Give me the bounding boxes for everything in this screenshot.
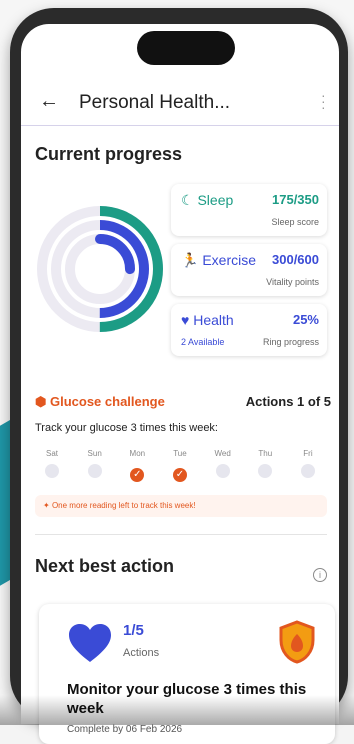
action-due-date: Complete by 06 Feb 2026 [67, 724, 182, 735]
heart-icon: ♥ [181, 312, 189, 328]
empty-dot [88, 464, 102, 478]
page-title: Personal Health... [79, 92, 230, 114]
day-item: Wed [206, 449, 240, 483]
next-best-action-title: Next best action [35, 556, 174, 577]
day-label: Sun [78, 449, 112, 458]
heart-icon [67, 622, 113, 664]
day-label: Tue [163, 449, 197, 458]
challenge-actions: Actions 1 of 5 [246, 394, 331, 409]
day-item: Thu [248, 449, 282, 483]
action-count-sub: Actions [123, 647, 159, 659]
exercise-label: Exercise [202, 252, 256, 268]
health-available: 2 Available [181, 337, 224, 347]
exercise-card[interactable]: 🏃 Exercise 300/600 Vitality points [171, 244, 327, 296]
sparkle-icon: ✦ [43, 501, 50, 510]
day-tracker: Sat Sun Mon ✓ Tue ✓ Wed Thu Fri [35, 449, 325, 483]
back-arrow-icon[interactable]: ← [39, 91, 59, 111]
top-bar: ← Personal Health... ··· [21, 76, 339, 126]
day-label: Wed [206, 449, 240, 458]
health-sub: Ring progress [263, 337, 319, 347]
day-item: Tue ✓ [163, 449, 197, 483]
empty-dot [258, 464, 272, 478]
sleep-label-row: ☾ Sleep [181, 192, 233, 209]
divider [35, 534, 327, 535]
health-value: 25% [293, 312, 319, 327]
day-label: Sat [35, 449, 69, 458]
reminder-banner: ✦ One more reading left to track this we… [35, 495, 327, 517]
sleep-sub: Sleep score [271, 217, 319, 227]
day-item: Fri [291, 449, 325, 483]
empty-dot [45, 464, 59, 478]
exercise-label-row: 🏃 Exercise [181, 252, 256, 269]
health-label: Health [193, 312, 233, 328]
action-count: 1/5 [123, 622, 144, 639]
challenge-track-text: Track your glucose 3 times this week: [35, 422, 218, 434]
check-icon: ✓ [173, 468, 187, 482]
health-label-row: ♥ Health [181, 312, 234, 328]
sleep-label: Sleep [197, 192, 233, 208]
shield-icon: ⬢ [35, 394, 46, 409]
shield-badge-icon [277, 620, 317, 664]
health-card[interactable]: ♥ Health 25% 2 Available Ring progress [171, 304, 327, 356]
day-label: Fri [291, 449, 325, 458]
current-progress-title: Current progress [35, 144, 182, 165]
progress-rings [35, 204, 165, 334]
day-item: Mon ✓ [120, 449, 154, 483]
day-label: Mon [120, 449, 154, 458]
day-label: Thu [248, 449, 282, 458]
reminder-text: One more reading left to track this week… [52, 501, 196, 510]
running-icon: 🏃 [181, 252, 198, 268]
info-icon[interactable]: i [313, 568, 327, 582]
exercise-value: 300/600 [272, 252, 319, 267]
challenge-title: Glucose challenge [50, 394, 165, 409]
glucose-challenge[interactable]: ⬢ Glucose challenge Actions 1 of 5 Track… [35, 394, 331, 410]
phone-notch [137, 31, 235, 65]
moon-icon: ☾ [181, 192, 194, 208]
check-icon: ✓ [130, 468, 144, 482]
bottom-shadow [0, 695, 354, 725]
day-item: Sat [35, 449, 69, 483]
empty-dot [301, 464, 315, 478]
exercise-sub: Vitality points [266, 277, 319, 287]
sleep-value: 175/350 [272, 192, 319, 207]
more-options-icon[interactable]: ··· [321, 92, 327, 110]
empty-dot [216, 464, 230, 478]
day-item: Sun [78, 449, 112, 483]
sleep-card[interactable]: ☾ Sleep 175/350 Sleep score [171, 184, 327, 236]
